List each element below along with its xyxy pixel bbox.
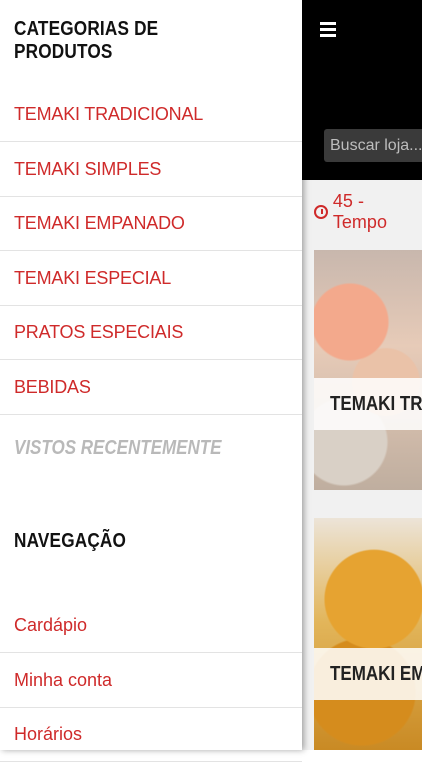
nav-item-label: Cardápio xyxy=(14,614,88,635)
main-content: Buscar loja... 45 - Tempo TEMAKI TRADICI… xyxy=(302,0,422,750)
delivery-time-text: 45 - Tempo xyxy=(332,191,387,232)
nav-item-label: Minha conta xyxy=(14,669,113,690)
category-label: BEBIDAS xyxy=(14,376,91,397)
product-card[interactable]: TEMAKI TRADICIONAL xyxy=(314,250,422,490)
category-item[interactable]: PRATOS ESPECIAIS xyxy=(0,305,302,360)
clock-icon xyxy=(314,205,328,219)
categories-title: CATEGORIAS DE PRODUTOS xyxy=(14,18,159,63)
category-item[interactable]: TEMAKI SIMPLES xyxy=(0,142,302,197)
category-item[interactable]: BEBIDAS xyxy=(0,360,302,415)
nav-item-horarios[interactable]: Horários xyxy=(0,707,302,762)
category-item[interactable]: TEMAKI TRADICIONAL xyxy=(0,87,302,142)
navigation-title: NAVEGAÇÃO xyxy=(14,530,127,552)
category-item[interactable]: TEMAKI ESPECIAL xyxy=(0,251,302,306)
product-card-title: TEMAKI TRADICIONAL xyxy=(330,392,422,415)
category-label: TEMAKI TRADICIONAL xyxy=(14,103,204,124)
nav-item-cardapio[interactable]: Cardápio xyxy=(0,598,302,653)
category-label: TEMAKI EMPANADO xyxy=(14,212,185,233)
nav-item-minha-conta[interactable]: Minha conta xyxy=(0,653,302,708)
app-header: Buscar loja... xyxy=(302,0,422,180)
search-input[interactable]: Buscar loja... xyxy=(324,129,422,162)
product-card[interactable]: TEMAKI EMPANADO xyxy=(314,518,422,750)
nav-item-label: Horários xyxy=(14,723,83,744)
delivery-time-bar: 45 - Tempo xyxy=(302,190,422,234)
category-label: PRATOS ESPECIAIS xyxy=(14,321,184,342)
product-card-label: TEMAKI EMPANADO xyxy=(314,648,422,700)
category-label: TEMAKI ESPECIAL xyxy=(14,267,172,288)
product-card-label: TEMAKI TRADICIONAL xyxy=(314,378,422,430)
category-item[interactable]: TEMAKI EMPANADO xyxy=(0,196,302,251)
side-drawer: CATEGORIAS DE PRODUTOS TEMAKI TRADICIONA… xyxy=(0,0,302,762)
category-label: TEMAKI SIMPLES xyxy=(14,158,162,179)
product-card-title: TEMAKI EMPANADO xyxy=(330,662,422,685)
hamburger-icon[interactable] xyxy=(320,22,336,37)
recently-viewed-title: VISTOS RECENTEMENTE xyxy=(14,437,222,459)
